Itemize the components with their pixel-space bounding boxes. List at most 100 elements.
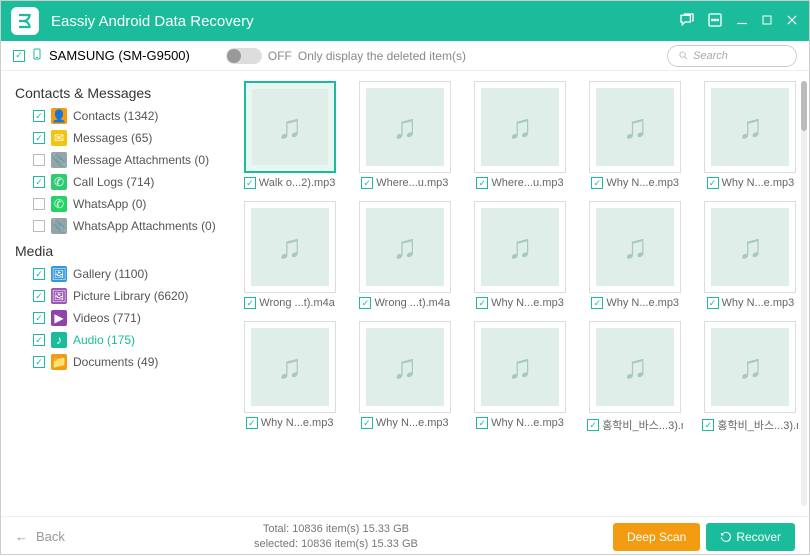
search-input[interactable]: Search [667,45,797,67]
audio-filename: Why N...e.mp3 [491,297,564,309]
audio-icon: ♪ [51,332,67,348]
sidebar-item-contacts[interactable]: ✓👤Contacts (1342) [15,105,231,127]
maximize-icon[interactable] [761,13,773,29]
audio-checkbox[interactable]: ✓ [476,177,488,189]
call-icon: ✆ [51,174,67,190]
audio-thumbnail[interactable]: ♫ [589,81,681,173]
audio-item[interactable]: ♫ ✓Wrong ...t).m4a [237,201,342,309]
audio-filename: Why N...e.mp3 [491,417,564,429]
audio-checkbox[interactable]: ✓ [591,297,603,309]
close-icon[interactable] [785,13,799,30]
music-note-icon: ♫ [277,228,303,267]
whatsapp-icon: ✆ [51,196,67,212]
audio-thumbnail[interactable]: ♫ [474,201,566,293]
music-note-icon: ♫ [277,348,303,387]
audio-filename: Where...u.mp3 [491,177,563,189]
audio-filename: Walk o...2).mp3 [259,177,336,189]
audio-thumbnail[interactable]: ♫ [704,81,796,173]
audio-thumbnail[interactable]: ♫ [704,201,796,293]
audio-item[interactable]: ♫ ✓홍학비_바스...3).mp3 [583,321,688,433]
sidebar-item-docs[interactable]: ✓📁Documents (49) [15,351,231,373]
audio-item[interactable]: ♫ ✓Why N...e.mp3 [352,321,457,433]
music-note-icon: ♫ [392,228,418,267]
audio-checkbox[interactable]: ✓ [591,177,603,189]
audio-checkbox[interactable]: ✓ [476,297,488,309]
gallery-icon: 🖼 [51,266,67,282]
audio-label: ✓Why N...e.mp3 [591,177,679,189]
audio-thumbnail[interactable]: ♫ [704,321,796,413]
audio-thumbnail[interactable]: ♫ [474,81,566,173]
audio-thumbnail[interactable]: ♫ [359,201,451,293]
sidebar-item-calllogs[interactable]: ✓✆Call Logs (714) [15,171,231,193]
sidebar-item-messages[interactable]: ✓✉Messages (65) [15,127,231,149]
audio-item[interactable]: ♫ ✓Why N...e.mp3 [583,81,688,189]
audio-checkbox[interactable]: ✓ [246,417,258,429]
deep-scan-button[interactable]: Deep Scan [613,523,700,551]
audio-thumbnail[interactable]: ♫ [244,321,336,413]
back-button[interactable]: ← Back [15,529,65,544]
audio-thumbnail[interactable]: ♫ [589,321,681,413]
audio-checkbox[interactable]: ✓ [587,419,599,431]
audio-item[interactable]: ♫ ✓Why N...e.mp3 [467,321,572,433]
audio-thumbnail[interactable]: ♫ [359,321,451,413]
feedback-icon[interactable] [679,12,695,31]
music-note-icon: ♫ [738,228,764,267]
toggle-state: OFF [268,49,292,63]
audio-filename: Why N...e.mp3 [722,297,795,309]
audio-checkbox[interactable]: ✓ [476,417,488,429]
audio-checkbox[interactable]: ✓ [359,297,371,309]
audio-label: ✓홍학비_바스...3).mp3 [587,417,683,433]
sidebar-item-msgatt[interactable]: ✓📎Message Attachments (0) [15,149,231,171]
audio-checkbox[interactable]: ✓ [244,297,256,309]
app-title: Eassiy Android Data Recovery [51,13,679,30]
device-name: SAMSUNG (SM-G9500) [49,48,190,63]
audio-filename: Wrong ...t).m4a [259,297,335,309]
audio-item[interactable]: ♫ ✓Why N...e.mp3 [467,201,572,309]
audio-checkbox[interactable]: ✓ [244,177,256,189]
device-checkbox[interactable]: ✓ [13,50,25,62]
sidebar-item-whatsapp[interactable]: ✓✆WhatsApp (0) [15,193,231,215]
audio-thumbnail[interactable]: ♫ [589,201,681,293]
selected-line: selected: 10836 item(s) 15.33 GB [65,537,607,551]
audio-item[interactable]: ♫ ✓Why N...e.mp3 [583,201,688,309]
audio-grid: ♫✓Walk o...2).mp3♫✓Where...u.mp3♫✓Where.… [231,71,809,516]
music-note-icon: ♫ [622,348,648,387]
recover-button[interactable]: Recover [706,523,795,551]
audio-item[interactable]: ♫✓Why N...e.mp3 [698,81,803,189]
audio-item[interactable]: ♫ ✓Walk o...2).mp3 [237,81,342,189]
audio-label: ✓Why N...e.mp3 [591,297,679,309]
audio-checkbox[interactable]: ✓ [707,177,719,189]
audio-thumbnail[interactable]: ♫ [244,81,336,173]
sidebar-item-gallery[interactable]: ✓🖼Gallery (1100) [15,263,231,285]
total-line: Total: 10836 item(s) 15.33 GB [65,522,607,536]
audio-item[interactable]: ♫ ✓Why N...e.mp3 [698,201,803,309]
audio-thumbnail[interactable]: ♫ [244,201,336,293]
audio-checkbox[interactable]: ✓ [361,417,373,429]
sidebar-item-audio[interactable]: ✓♪Audio (175) [15,329,231,351]
audio-label: ✓Wrong ...t).m4a [244,297,335,309]
messages-icon: ✉ [51,130,67,146]
audio-item[interactable]: ♫ ✓Where...u.mp3 [467,81,572,189]
audio-label: ✓Why N...e.mp3 [246,417,334,429]
audio-thumbnail[interactable]: ♫ [359,81,451,173]
sidebar-item-waatt[interactable]: ✓📎WhatsApp Attachments (0) [15,215,231,237]
audio-filename: 홍학비_바스...3).mp3 [717,417,798,433]
sidebar-item-piclib[interactable]: ✓🖼Picture Library (6620) [15,285,231,307]
audio-checkbox[interactable]: ✓ [361,177,373,189]
scrollbar-thumb[interactable] [801,81,807,131]
scrollbar-track[interactable] [801,81,807,506]
minimize-icon[interactable] [735,13,749,30]
audio-thumbnail[interactable]: ♫ [474,321,566,413]
sidebar-item-videos[interactable]: ✓▶Videos (771) [15,307,231,329]
audio-item[interactable]: ♫ ✓Wrong ...t).m4a [352,201,457,309]
music-note-icon: ♫ [507,228,533,267]
audio-item[interactable]: ♫ ✓Why N...e.mp3 [237,321,342,433]
menu-icon[interactable] [707,12,723,31]
audio-item[interactable]: ♫ ✓홍학비_바스...3).mp3 [698,321,803,433]
audio-label: ✓Wrong ...t).m4a [359,297,450,309]
deleted-toggle[interactable] [226,48,262,64]
audio-item[interactable]: ♫✓Where...u.mp3 [352,81,457,189]
audio-checkbox[interactable]: ✓ [707,297,719,309]
audio-label: ✓Why N...e.mp3 [361,417,449,429]
audio-checkbox[interactable]: ✓ [702,419,714,431]
